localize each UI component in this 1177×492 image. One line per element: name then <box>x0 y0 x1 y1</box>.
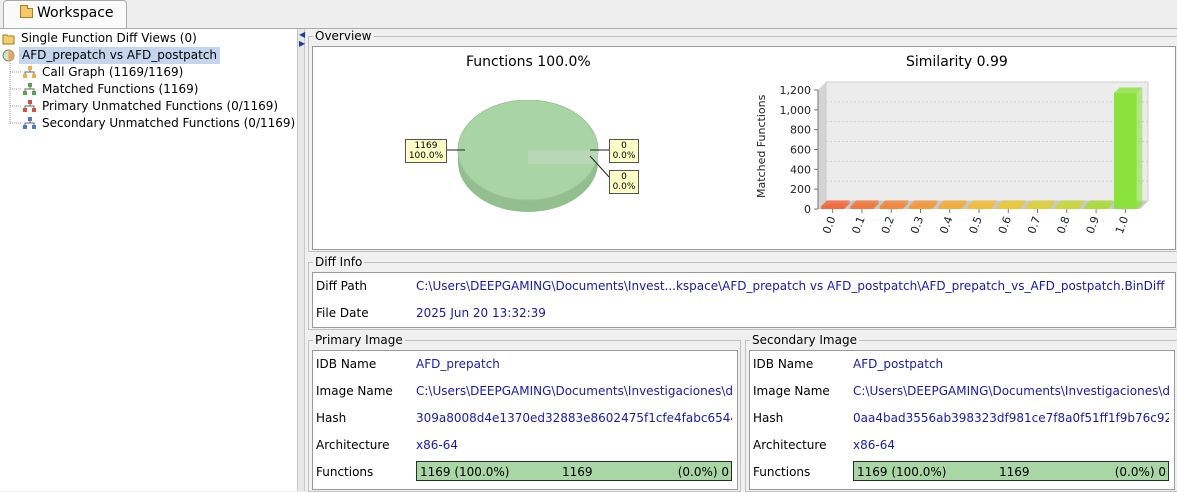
secondary-functions-bar: 1169 (100.0%) 1169 (0.0%) 0 <box>853 461 1169 481</box>
chart-y-tick-label: 1,200 <box>780 84 812 97</box>
primary-architecture-value[interactable]: x86-64 <box>416 438 732 452</box>
call-graph-icon <box>23 66 36 78</box>
primary-architecture-label: Architecture <box>316 438 390 452</box>
similarity-bar <box>850 206 874 209</box>
secondary-idb-label: IDB Name <box>753 357 814 371</box>
similarity-bar <box>909 206 932 209</box>
diff-path-label: Diff Path <box>316 279 368 293</box>
overview-title: Overview <box>313 29 374 43</box>
chart-x-tick-label: 1.0 <box>1113 215 1131 236</box>
primary-image-title: Primary Image <box>313 333 405 347</box>
tree-item-primary-unmatched[interactable]: Primary Unmatched Functions (0/1169) <box>0 98 297 115</box>
secondary-functions-matched: 1169 (100.0%) <box>857 465 947 479</box>
chart-y-tick-label: 0 <box>804 203 811 216</box>
similarity-bar-side <box>1136 87 1143 209</box>
similarity-bar <box>938 206 962 209</box>
similarity-bar <box>996 206 1020 209</box>
primary-idb-value[interactable]: AFD_prepatch <box>416 357 732 371</box>
chart-x-tick-label: 0.7 <box>1025 215 1043 236</box>
split-divider[interactable]: ◀ ▶ <box>297 29 305 491</box>
primary-image-name-value[interactable]: C:\Users\DEEPGAMING\Documents\Investigac… <box>416 384 732 398</box>
primary-image-name-label: Image Name <box>316 384 393 398</box>
primary-functions-unmatched: (0.0%) 0 <box>677 465 729 479</box>
diff-icon <box>2 49 15 62</box>
similarity-bar <box>879 206 903 209</box>
secondary-functions-unmatched: (0.0%) 0 <box>1114 465 1166 479</box>
pie-chart-title: Functions 100.0% <box>466 54 591 70</box>
secondary-image-name-label: Image Name <box>753 384 830 398</box>
primary-functions-total: 1169 <box>562 465 593 479</box>
similarity-y-axis-label: Matched Functions <box>755 94 768 198</box>
secondary-image-name-value[interactable]: C:\Users\DEEPGAMING\Documents\Investigac… <box>853 384 1169 398</box>
primary-hash-value[interactable]: 309a8008d4e1370ed32883e8602475f1cfe4fabc… <box>416 411 732 425</box>
chart-y-tick-label: 600 <box>790 144 811 157</box>
chart-x-tick-label: 0.5 <box>967 215 985 236</box>
chart-x-tick-label: 0.9 <box>1084 215 1102 236</box>
tree-item-matched-functions[interactable]: Matched Functions (1169) <box>0 81 297 98</box>
similarity-bar-chart: Matched Functions 0 200 400 600 800 1,000 1,20… <box>755 81 1149 236</box>
similarity-chart-title: Similarity 0.99 <box>906 54 1008 70</box>
pie-callout-matched: 1169 100.0% <box>405 139 447 163</box>
matched-functions-icon <box>23 83 36 95</box>
similarity-bar <box>1026 206 1049 209</box>
primary-unmatched-icon <box>23 100 36 112</box>
pie-slice-unmatched-primary <box>528 150 598 164</box>
similarity-bar <box>1113 93 1137 209</box>
primary-functions-label: Functions <box>316 465 374 479</box>
chart-y-tick-label: 1,000 <box>780 104 812 117</box>
chart-x-tick-label: 0.1 <box>850 215 868 236</box>
secondary-image-title: Secondary Image <box>750 333 859 347</box>
secondary-architecture-label: Architecture <box>753 438 827 452</box>
folder-icon <box>20 5 33 18</box>
chart-x-tick-label: 0.4 <box>937 215 955 236</box>
file-date-label: File Date <box>316 306 369 320</box>
expand-right-arrow-icon[interactable]: ▶ <box>299 40 305 48</box>
tree-item-call-graph[interactable]: Call Graph (1169/1169) <box>0 64 297 81</box>
tab-strip: Workspace <box>0 0 1177 29</box>
folder-icon <box>2 34 15 45</box>
chart-y-tick-label: 200 <box>790 183 811 196</box>
tree-item-secondary-unmatched[interactable]: Secondary Unmatched Functions (0/1169) <box>0 115 297 132</box>
secondary-architecture-value[interactable]: x86-64 <box>853 438 1169 452</box>
chart-left-wall <box>818 82 826 209</box>
diff-info-title: Diff Info <box>313 255 365 269</box>
file-date-value[interactable]: 2025 Jun 20 13:32:39 <box>416 306 716 320</box>
tree-item-single-function-diff-views[interactable]: Single Function Diff Views (0) <box>0 30 297 47</box>
workspace-tree: Single Function Diff Views (0) AFD_prepa… <box>0 29 297 491</box>
similarity-bar <box>1084 206 1108 209</box>
primary-hash-label: Hash <box>316 411 347 425</box>
tab-label: Workspace <box>37 5 114 21</box>
chart-y-tick-label: 800 <box>790 124 811 137</box>
pie-callout-secondary-unmatched: 0 0.0% <box>609 170 639 194</box>
secondary-unmatched-icon <box>23 117 36 129</box>
secondary-functions-total: 1169 <box>999 465 1030 479</box>
primary-functions-matched: 1169 (100.0%) <box>420 465 510 479</box>
chart-x-tick-label: 0.3 <box>908 215 926 236</box>
secondary-hash-value[interactable]: 0aa4bad3556ab398323df981ce7f8a0f51ff1f9b… <box>853 411 1169 425</box>
chart-x-tick-label: 0.0 <box>820 215 838 236</box>
tree-item-diff[interactable]: AFD_prepatch vs AFD_postpatch <box>0 47 297 64</box>
similarity-bar <box>967 206 991 209</box>
diff-path-value[interactable]: C:\Users\DEEPGAMING\Documents\Invest...k… <box>416 279 1166 293</box>
chart-x-tick-label: 0.2 <box>879 215 897 236</box>
similarity-bar <box>1055 206 1079 209</box>
secondary-hash-label: Hash <box>753 411 784 425</box>
secondary-functions-label: Functions <box>753 465 811 479</box>
chart-y-tick-label: 400 <box>790 163 811 176</box>
collapse-left-arrow-icon[interactable]: ◀ <box>299 31 305 39</box>
primary-functions-bar: 1169 (100.0%) 1169 (0.0%) 0 <box>416 461 732 481</box>
chart-x-tick-label: 0.8 <box>1054 215 1072 236</box>
pie-callout-primary-unmatched: 0 0.0% <box>609 139 639 163</box>
similarity-bar <box>821 206 845 209</box>
secondary-idb-value[interactable]: AFD_postpatch <box>853 357 1169 371</box>
primary-idb-label: IDB Name <box>316 357 377 371</box>
tab-workspace[interactable]: Workspace <box>3 0 127 28</box>
chart-x-tick-label: 0.6 <box>996 215 1014 236</box>
